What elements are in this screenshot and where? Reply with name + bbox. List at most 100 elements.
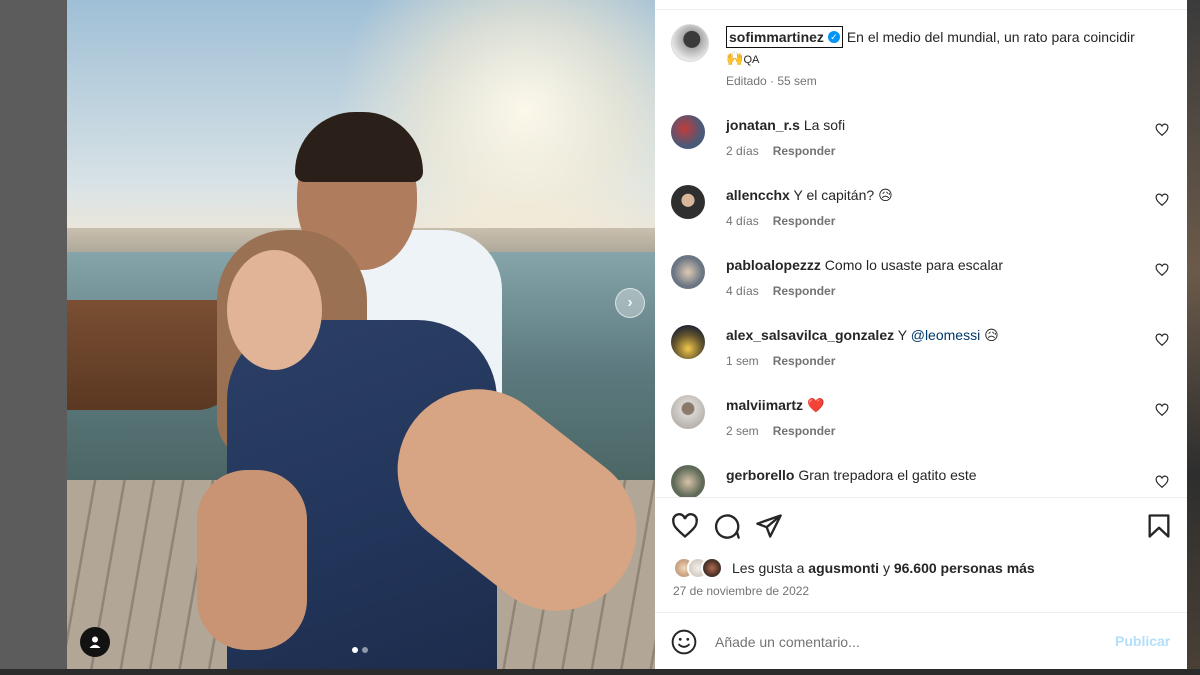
caption-meta: Editado · 55 sem [726, 74, 817, 88]
reply-button[interactable]: Responder [773, 424, 836, 438]
commenter-avatar[interactable] [671, 395, 705, 429]
likes-text: Les gusta a agusmonti y 96.600 personas … [732, 560, 1035, 576]
comment-emoji: 😥 [878, 188, 893, 204]
comments-list: jonatan_r.s La sofi 2 días Responder alle… [671, 113, 1176, 497]
comment-meta: 4 días Responder [726, 284, 835, 298]
bookmark-icon[interactable] [1145, 512, 1173, 540]
reply-button[interactable]: Responder [773, 214, 836, 228]
post-date[interactable]: 27 de noviembre de 2022 [673, 584, 809, 598]
comment-input[interactable] [715, 629, 1095, 655]
comment-mention-link[interactable]: @leomessi [911, 327, 980, 343]
comment-body: Como lo usaste para escalar [824, 257, 1003, 273]
comment-icon[interactable] [713, 512, 741, 540]
caption-location-tag: QA [743, 54, 760, 66]
comment-username[interactable]: alex_salsavilca_gonzalez [726, 327, 894, 343]
comment-body: Y [897, 327, 907, 343]
comment-item: jonatan_r.s La sofi 2 días Responder [671, 113, 1176, 173]
photo-hands [197, 470, 307, 650]
backdrop-right [1187, 0, 1200, 675]
heart-icon[interactable] [1155, 263, 1169, 277]
add-comment-form: Publicar [671, 627, 1176, 657]
comment-meta: 1 sem Responder [726, 354, 835, 368]
comment-time: 4 días [726, 214, 759, 228]
caption-emoji: 🙌 [726, 51, 744, 67]
likes-prefix: Les gusta a [732, 560, 805, 576]
comment-username[interactable]: allencchx [726, 187, 790, 203]
comment-item: malviimartz ❤️ 2 sem Responder [671, 393, 1176, 453]
reply-button[interactable]: Responder [773, 144, 836, 158]
heart-icon[interactable] [1155, 123, 1169, 137]
likes-count-link[interactable]: 96.600 personas más [894, 560, 1035, 576]
liker-avatars [673, 557, 727, 579]
post-actions-bar [671, 512, 1176, 540]
carousel-dots [352, 647, 368, 653]
carousel-dot-active [352, 647, 358, 653]
next-slide-button[interactable]: › [615, 288, 645, 318]
comment-meta: 4 días Responder [726, 214, 835, 228]
comment-body: La sofi [803, 117, 846, 133]
comment-box-divider [655, 612, 1187, 613]
comment-time: 1 sem [726, 354, 759, 368]
comment-text: pabloalopezzz Como lo usaste para escala… [726, 256, 1126, 274]
liker-avatar[interactable] [701, 557, 723, 579]
comment-username[interactable]: gerborello [726, 467, 794, 483]
comment-meta: 2 días Responder [726, 144, 835, 158]
carousel-dot [362, 647, 368, 653]
panel-top-divider [655, 9, 1187, 10]
publish-button[interactable]: Publicar [1115, 633, 1170, 649]
heart-icon[interactable] [1155, 333, 1169, 347]
comment-text: alex_salsavilca_gonzalez Y @leomessi 😥 [726, 326, 1126, 345]
comment-text: malviimartz ❤️ [726, 396, 1126, 415]
comment-text: allencchx Y el capitán? 😥 [726, 186, 1126, 205]
author-username[interactable]: sofimmartinez ✓ [726, 26, 843, 48]
author-username-text: sofimmartinez [729, 29, 824, 45]
comment-time: 2 sem [726, 424, 759, 438]
chevron-right-icon: › [627, 294, 633, 311]
caption-time: 55 sem [777, 74, 817, 88]
backdrop-left [0, 0, 67, 675]
liker-username[interactable]: agusmonti [808, 560, 879, 576]
heart-icon[interactable] [1155, 475, 1169, 489]
comment-username[interactable]: jonatan_r.s [726, 117, 800, 133]
comment-username[interactable]: malviimartz [726, 397, 803, 413]
post-side-panel: sofimmartinez ✓ En el medio del mundial, … [655, 0, 1187, 669]
comment-item: allencchx Y el capitán? 😥 4 días Responde… [671, 183, 1176, 243]
reply-button[interactable]: Responder [773, 284, 836, 298]
commenter-avatar[interactable] [671, 465, 705, 497]
commenter-avatar[interactable] [671, 255, 705, 289]
user-tags-button[interactable] [80, 627, 110, 657]
comment-username[interactable]: pabloalopezzz [726, 257, 821, 273]
comment-time: 2 días [726, 144, 759, 158]
heart-icon[interactable] [1155, 193, 1169, 207]
likes-connector: y [882, 560, 890, 576]
comment-emoji: ❤️ [806, 398, 825, 414]
smiley-icon[interactable] [671, 629, 697, 655]
caption-text: sofimmartinez ✓ En el medio del mundial, … [726, 26, 1166, 70]
reply-button[interactable]: Responder [773, 354, 836, 368]
photo-woman-face [227, 250, 322, 370]
verified-badge-icon: ✓ [827, 31, 840, 43]
comment-item: alex_salsavilca_gonzalez Y @leomessi 😥 1… [671, 323, 1176, 383]
heart-icon[interactable] [1155, 403, 1169, 417]
backdrop-bottom [0, 669, 1200, 675]
comment-time: 4 días [726, 284, 759, 298]
commenter-avatar[interactable] [671, 325, 705, 359]
commenter-avatar[interactable] [671, 115, 705, 149]
photo-boat [67, 300, 237, 410]
post-photo[interactable] [67, 0, 655, 669]
edited-label: Editado [726, 74, 767, 88]
comment-text: gerborello Gran trepadora el gatito este [726, 466, 1126, 484]
comment-item: pabloalopezzz Como lo usaste para escala… [671, 253, 1176, 313]
comment-text: jonatan_r.s La sofi [726, 116, 1126, 134]
author-avatar[interactable] [671, 24, 709, 62]
comment-item: gerborello Gran trepadora el gatito este [671, 463, 1176, 497]
user-tag-icon [89, 636, 101, 648]
likes-summary: Les gusta a agusmonti y 96.600 personas … [673, 557, 1035, 579]
paper-plane-icon[interactable] [755, 512, 783, 540]
comment-emoji: 😥 [984, 328, 999, 344]
comment-body: Gran trepadora el gatito este [798, 467, 977, 483]
comment-body: Y el capitán? [793, 187, 875, 203]
commenter-avatar[interactable] [671, 185, 705, 219]
heart-icon[interactable] [671, 512, 699, 540]
comment-meta: 2 sem Responder [726, 424, 835, 438]
